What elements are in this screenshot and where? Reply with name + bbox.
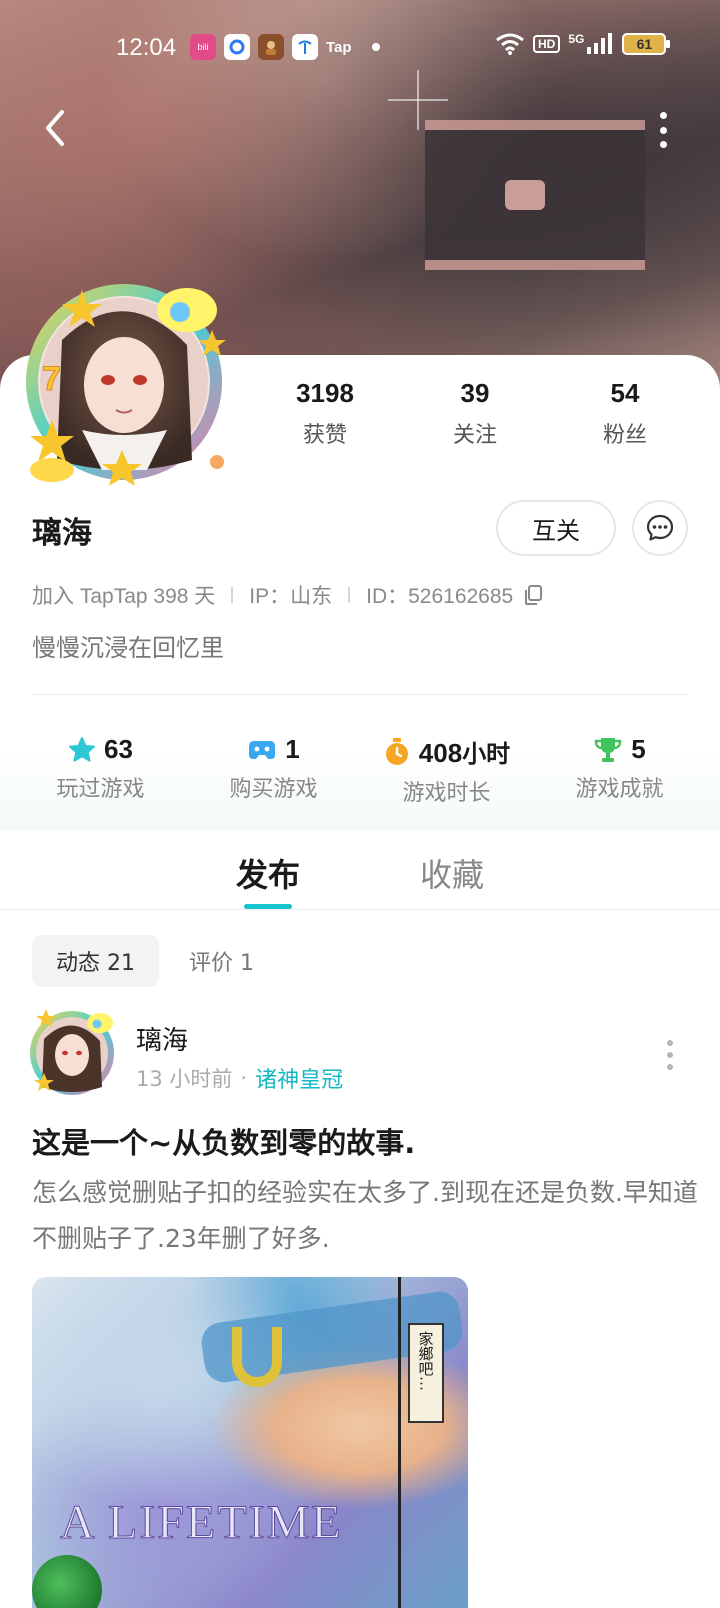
game-stat-playtime-label: 游戏时长: [402, 781, 491, 806]
mutual-follow-button[interactable]: 互关: [496, 500, 616, 556]
post-title[interactable]: 这是一个~从负数到零的故事.: [32, 1120, 415, 1162]
hd-badge: HD: [533, 35, 561, 53]
ip-location: IP：山东: [249, 585, 333, 608]
user-id: ID：526162685: [366, 585, 514, 608]
green-ball-art: [32, 1555, 102, 1608]
stat-following-label: 关注: [452, 423, 497, 448]
profile-meta: 加入 TapTap 398 天 IP：山东 ID：526162685: [32, 580, 543, 610]
more-dots-icon: [667, 1052, 673, 1058]
more-dots-icon: [667, 1040, 673, 1046]
bilibili-app-icon: bili: [190, 34, 216, 60]
avatar-frame-art: 7: [26, 284, 226, 486]
playtime-number: 408: [418, 738, 463, 768]
signal-icon: [587, 33, 613, 54]
join-duration: 加入 TapTap 398 天: [32, 585, 216, 608]
game-stat-purchased[interactable]: 1 购买游戏: [187, 700, 360, 830]
game-app-icon: [258, 34, 284, 60]
post-avatar-art: [30, 1009, 114, 1095]
banner-artwork-detail: [505, 180, 545, 210]
separator: [348, 587, 351, 603]
post-game-link[interactable]: 诸神皇冠: [255, 1062, 343, 1094]
subtab-reviews[interactable]: 评价 1: [175, 935, 268, 987]
game-stat-achievements[interactable]: 5 游戏成就: [533, 700, 706, 830]
status-time: 12:04: [116, 34, 177, 61]
game-stat-played-label: 玩过游戏: [56, 777, 145, 802]
stat-following[interactable]: 39 关注: [400, 378, 550, 449]
more-dots-icon: [659, 141, 667, 148]
post-author-avatar[interactable]: [24, 1005, 120, 1101]
stat-likes-value: 3198: [296, 378, 354, 408]
battery-icon: 61: [622, 33, 671, 55]
wifi-icon: [496, 33, 524, 55]
stat-followers[interactable]: 54 粉丝: [550, 378, 700, 449]
game-stat-played[interactable]: 63 玩过游戏: [14, 700, 187, 830]
stat-likes[interactable]: 3198 获赞: [250, 378, 400, 449]
timer-icon: [385, 737, 408, 765]
divider: [32, 694, 688, 695]
taptap-status-label: Tap: [326, 38, 352, 56]
more-dots-icon: [667, 1064, 673, 1070]
status-system-icons: HD 5G 61: [495, 32, 671, 56]
profile-username: 璃海: [32, 516, 92, 551]
game-stat-purchased-value: 1: [285, 734, 300, 764]
trophy-icon: [595, 737, 622, 762]
notification-dot-icon: [371, 43, 380, 51]
message-button[interactable]: [632, 500, 688, 556]
chat-bubble-icon: [646, 514, 674, 541]
active-tab-indicator: [244, 904, 292, 909]
profile-bio: 慢慢沉浸在回忆里: [32, 634, 224, 662]
network-label: 5G: [568, 32, 585, 46]
stat-following-value: 39: [460, 378, 490, 408]
stat-likes-label: 获赞: [302, 423, 347, 448]
playtime-unit: 小时: [462, 740, 511, 768]
svg-text:7: 7: [42, 360, 61, 398]
post-more-button[interactable]: [664, 1040, 676, 1070]
game-stat-playtime-value: 408小时: [419, 734, 510, 769]
back-button[interactable]: [36, 104, 76, 152]
separator: [231, 587, 234, 603]
comic-caption-text: 家鄉吧…: [416, 1331, 435, 1391]
copy-icon: [525, 585, 543, 605]
more-dots-icon: [659, 112, 667, 119]
china-telecom-app-icon: [292, 34, 318, 60]
profile-stats: 3198 获赞 39 关注 54 粉丝: [250, 378, 700, 449]
post-image[interactable]: 家鄉吧… A LIFETIME: [32, 1277, 468, 1608]
post-time: 13 小时前: [136, 1067, 233, 1091]
post-body[interactable]: 怎么感觉删贴子扣的经验实在太多了.到现在还是负数.早知道不删贴子了.23年删了好…: [32, 1170, 702, 1262]
meta-dot: ·: [240, 1066, 248, 1090]
game-stat-achievements-label: 游戏成就: [575, 777, 664, 802]
star-icon: [69, 736, 96, 762]
comic-caption: 家鄉吧…: [408, 1323, 444, 1423]
more-dots-icon: [659, 126, 667, 134]
game-stat-purchased-label: 购买游戏: [229, 777, 318, 802]
status-bar: 12:04 bili Tap HD 5G 61: [0, 28, 720, 68]
horseshoe-icon: [232, 1327, 282, 1387]
tab-favorites[interactable]: 收藏: [420, 850, 484, 896]
stat-followers-label: 粉丝: [602, 423, 647, 448]
post-meta: 13 小时前 · 诸神皇冠: [136, 1062, 343, 1094]
game-stats: 63 玩过游戏 1 购买游戏 408小时 游戏时长 5 游戏成就: [0, 700, 720, 830]
content-tabs: 发布 收藏: [0, 830, 720, 910]
post-author-name[interactable]: 璃海: [136, 1020, 188, 1057]
profile-avatar[interactable]: 7: [12, 270, 232, 492]
more-options-button[interactable]: [648, 108, 678, 152]
comic-panel-line: [398, 1277, 401, 1608]
post-image-title: A LIFETIME: [60, 1496, 343, 1550]
banner-decoration: [388, 99, 448, 101]
tab-publish[interactable]: 发布: [236, 850, 300, 896]
gamepad-icon: [249, 740, 276, 759]
copy-id-button[interactable]: [523, 584, 543, 606]
game-stat-playtime[interactable]: 408小时 游戏时长: [360, 700, 533, 830]
qq-browser-app-icon: [224, 34, 250, 60]
chevron-left-icon: [46, 110, 64, 146]
status-app-icons: bili Tap: [190, 34, 380, 60]
stat-followers-value: 54: [610, 378, 640, 408]
game-stat-played-value: 63: [104, 734, 133, 764]
game-stat-achievements-value: 5: [631, 734, 646, 764]
subtab-moments[interactable]: 动态 21: [32, 935, 159, 987]
sub-tabs: 动态 21 评价 1: [32, 935, 268, 987]
